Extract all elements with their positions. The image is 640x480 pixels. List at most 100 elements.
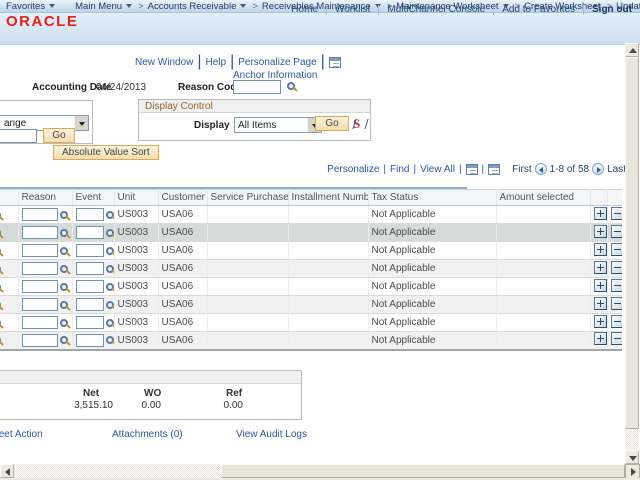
scroll-up-icon[interactable] bbox=[625, 43, 639, 57]
lookup-icon[interactable] bbox=[106, 336, 114, 344]
add-row-icon[interactable] bbox=[594, 297, 607, 310]
zoom-grid-icon[interactable] bbox=[488, 164, 500, 175]
personalize-page-link[interactable]: Personalize Page bbox=[238, 57, 316, 68]
add-row-icon[interactable] bbox=[594, 332, 607, 345]
next-page-icon[interactable] bbox=[592, 163, 604, 175]
new-window-grid-icon[interactable] bbox=[329, 57, 341, 68]
lookup-icon[interactable] bbox=[106, 211, 114, 219]
reason-input[interactable] bbox=[22, 298, 58, 311]
vertical-scroll-thumb[interactable] bbox=[625, 57, 639, 429]
lookup-icon[interactable] bbox=[0, 265, 1, 273]
last-link[interactable]: Last bbox=[607, 164, 626, 175]
reason-input[interactable] bbox=[22, 226, 58, 239]
worksheet-action-link[interactable]: Worksheet Action bbox=[0, 429, 43, 440]
add-row-icon[interactable] bbox=[594, 261, 607, 274]
reason-input[interactable] bbox=[22, 334, 58, 347]
net-label: Net bbox=[83, 388, 99, 399]
scroll-down-icon[interactable] bbox=[625, 450, 639, 464]
lookup-icon[interactable] bbox=[0, 211, 1, 219]
add-row-icon[interactable] bbox=[594, 315, 607, 328]
reason-input[interactable] bbox=[22, 244, 58, 257]
lookup-icon[interactable] bbox=[0, 301, 1, 309]
delete-row-icon[interactable] bbox=[611, 243, 623, 256]
lookup-icon[interactable] bbox=[60, 211, 68, 219]
reason-input[interactable] bbox=[22, 316, 58, 329]
add-to-favorites-link[interactable]: Add to Favorites bbox=[502, 4, 575, 15]
view-all-link[interactable]: View All bbox=[420, 164, 455, 175]
find-link[interactable]: Find bbox=[390, 164, 409, 175]
reason-code-lookup-icon[interactable] bbox=[287, 82, 295, 90]
delete-row-icon[interactable] bbox=[611, 225, 623, 238]
home-link[interactable]: Home bbox=[291, 4, 318, 15]
delete-row-icon[interactable] bbox=[611, 207, 623, 220]
horizontal-scroll-thumb[interactable] bbox=[221, 464, 625, 478]
help-link[interactable]: Help bbox=[206, 57, 227, 68]
multichannel-console-link[interactable]: MultiChannel Console bbox=[387, 4, 485, 15]
add-row-icon[interactable] bbox=[594, 243, 607, 256]
lookup-icon[interactable] bbox=[106, 229, 114, 237]
customer-cell: USA06 bbox=[158, 296, 207, 314]
first-link[interactable]: First bbox=[512, 164, 531, 175]
lookup-icon[interactable] bbox=[106, 247, 114, 255]
lookup-icon[interactable] bbox=[0, 283, 1, 291]
delete-row-icon[interactable] bbox=[611, 261, 623, 274]
lookup-icon[interactable] bbox=[60, 229, 68, 237]
scroll-right-icon[interactable] bbox=[625, 464, 640, 479]
lookup-icon[interactable] bbox=[106, 283, 114, 291]
reason-code-input[interactable] bbox=[233, 80, 281, 94]
add-row-icon[interactable] bbox=[594, 225, 607, 238]
worklist-link[interactable]: Worklist bbox=[335, 4, 370, 15]
lookup-icon[interactable] bbox=[106, 265, 114, 273]
event-input[interactable] bbox=[76, 298, 104, 311]
lookup-icon[interactable] bbox=[0, 319, 1, 327]
previous-page-icon[interactable] bbox=[535, 163, 547, 175]
horizontal-scrollbar[interactable] bbox=[0, 464, 625, 479]
vertical-scrollbar[interactable] bbox=[625, 43, 639, 464]
favorites-menu[interactable]: Favorites bbox=[6, 1, 55, 12]
action-amount-input[interactable] bbox=[0, 129, 37, 143]
scroll-left-icon[interactable] bbox=[0, 464, 14, 478]
lookup-icon[interactable] bbox=[0, 336, 1, 344]
event-input[interactable] bbox=[76, 208, 104, 221]
lookup-icon[interactable] bbox=[60, 247, 68, 255]
delete-row-icon[interactable] bbox=[611, 297, 623, 310]
delete-row-icon[interactable] bbox=[611, 279, 623, 292]
lookup-icon[interactable] bbox=[60, 265, 68, 273]
dropdown-arrow-icon[interactable] bbox=[74, 116, 88, 130]
lookup-icon[interactable] bbox=[0, 247, 1, 255]
lookup-icon[interactable] bbox=[60, 336, 68, 344]
attachments-link[interactable]: Attachments (0) bbox=[112, 429, 183, 440]
display-go-button[interactable]: Go bbox=[315, 116, 349, 131]
lookup-icon[interactable] bbox=[106, 301, 114, 309]
event-input[interactable] bbox=[76, 226, 104, 239]
event-input[interactable] bbox=[76, 280, 104, 293]
event-input[interactable] bbox=[76, 316, 104, 329]
download-grid-icon[interactable] bbox=[466, 164, 478, 175]
new-window-link[interactable]: New Window bbox=[135, 57, 193, 68]
add-row-icon[interactable] bbox=[594, 279, 607, 292]
lookup-icon[interactable] bbox=[0, 229, 1, 237]
event-input[interactable] bbox=[76, 334, 104, 347]
reason-input[interactable] bbox=[22, 208, 58, 221]
display-dropdown[interactable]: All Items bbox=[234, 117, 322, 133]
personalize-link[interactable]: Personalize bbox=[327, 164, 379, 175]
horizontal-scroll-track[interactable] bbox=[14, 464, 221, 478]
absolute-value-sort-button[interactable]: Absolute Value Sort bbox=[53, 145, 159, 160]
lookup-icon[interactable] bbox=[60, 319, 68, 327]
exchange-rate-icon[interactable] bbox=[353, 117, 367, 132]
sign-out-link[interactable]: Sign out bbox=[592, 4, 632, 15]
lookup-icon[interactable] bbox=[106, 319, 114, 327]
view-audit-logs-link[interactable]: View Audit Logs bbox=[236, 429, 307, 440]
event-input[interactable] bbox=[76, 262, 104, 275]
reason-input[interactable] bbox=[22, 280, 58, 293]
main-menu[interactable]: Main Menu bbox=[75, 1, 132, 12]
breadcrumb-accounts-receivable[interactable]: Accounts Receivable bbox=[148, 1, 247, 12]
delete-row-icon[interactable] bbox=[611, 315, 623, 328]
action-go-button[interactable]: Go bbox=[43, 128, 75, 143]
event-input[interactable] bbox=[76, 244, 104, 257]
lookup-icon[interactable] bbox=[60, 283, 68, 291]
lookup-icon[interactable] bbox=[60, 301, 68, 309]
delete-row-icon[interactable] bbox=[611, 332, 623, 345]
reason-input[interactable] bbox=[22, 262, 58, 275]
add-row-icon[interactable] bbox=[594, 207, 607, 220]
